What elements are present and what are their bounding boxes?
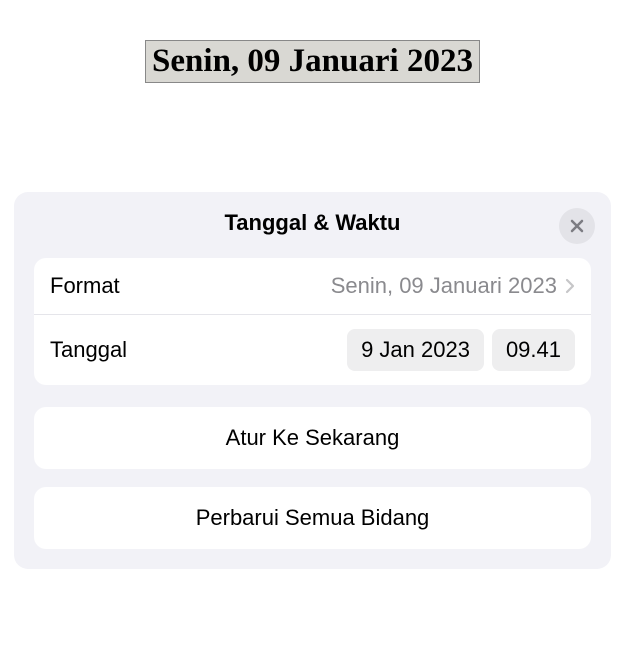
popup-header: Tanggal & Waktu xyxy=(34,210,591,236)
document-canvas: Senin, 09 Januari 2023 xyxy=(0,0,625,83)
date-time-popup: Tanggal & Waktu Format Senin, 09 Januari… xyxy=(14,192,611,569)
format-value: Senin, 09 Januari 2023 xyxy=(331,273,557,299)
date-picker-button[interactable]: 9 Jan 2023 xyxy=(347,329,484,371)
update-all-fields-button[interactable]: Perbarui Semua Bidang xyxy=(34,487,591,549)
time-picker-button[interactable]: 09.41 xyxy=(492,329,575,371)
settings-group: Format Senin, 09 Januari 2023 Tanggal 9 … xyxy=(34,258,591,385)
set-to-now-button[interactable]: Atur Ke Sekarang xyxy=(34,407,591,469)
date-row: Tanggal 9 Jan 2023 09.41 xyxy=(34,314,591,385)
chevron-right-icon xyxy=(565,278,575,294)
close-button[interactable] xyxy=(559,208,595,244)
inserted-date-field[interactable]: Senin, 09 Januari 2023 xyxy=(145,40,480,83)
date-label: Tanggal xyxy=(50,337,127,363)
popup-title: Tanggal & Waktu xyxy=(225,210,401,236)
format-label: Format xyxy=(50,273,120,299)
close-icon xyxy=(569,218,585,234)
format-row[interactable]: Format Senin, 09 Januari 2023 xyxy=(34,258,591,314)
